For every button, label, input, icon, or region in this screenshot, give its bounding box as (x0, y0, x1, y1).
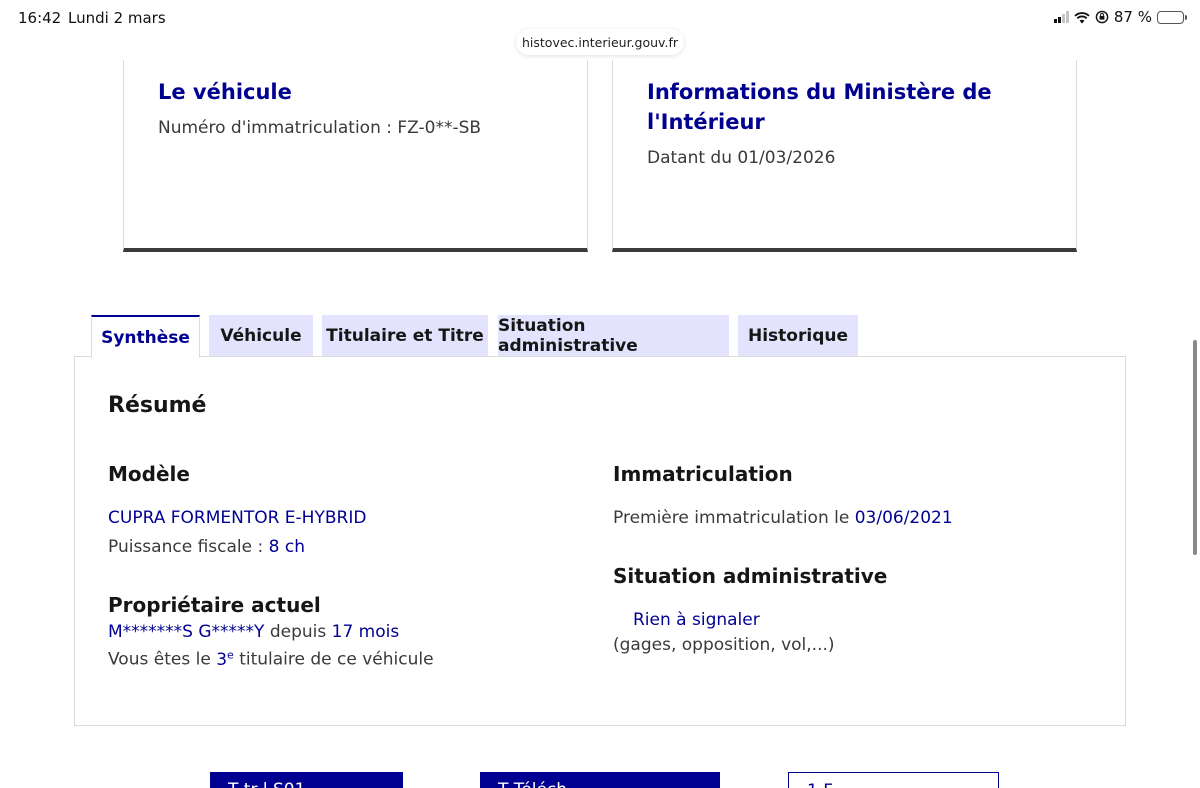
owner-rank-prefix: Vous êtes le (108, 649, 217, 670)
admin-situation-status: Rien à signaler (633, 610, 760, 630)
summary-heading: Résumé (108, 393, 207, 418)
vehicle-card: Le véhicule Numéro d'immatriculation : F… (123, 60, 588, 252)
action-button-1[interactable]: Ț tr l S01 (210, 772, 403, 788)
ministry-card: Informations du Ministère de l'Intérieur… (612, 60, 1077, 252)
page-scrollbar[interactable] (1193, 340, 1197, 555)
ministry-date: Datant du 01/03/2026 (647, 148, 836, 168)
owner-rank: Vous êtes le 3e titulaire de ce véhicule (108, 648, 434, 670)
battery-percent: 87 % (1113, 8, 1152, 26)
registration-heading: Immatriculation (613, 462, 793, 486)
first-registration-date: 03/06/2021 (854, 508, 953, 528)
status-time: 16:42 (18, 9, 62, 27)
tab-situation-administrative[interactable]: Situation administrative (498, 315, 729, 357)
tab-vehicule[interactable]: Véhicule (209, 315, 313, 357)
tab-titulaire-et-titre[interactable]: Titulaire et Titre (322, 315, 488, 357)
model-heading: Modèle (108, 462, 190, 486)
status-date: Lundi 2 mars (68, 9, 166, 27)
vehicle-plate: Numéro d'immatriculation : FZ-0**-SB (158, 118, 482, 138)
owner-since-label: depuis (264, 622, 332, 642)
url-text: histovec.interieur.gouv.fr (521, 34, 678, 50)
wifi-icon (1074, 11, 1090, 23)
owner-name: M*******S G*****Y (108, 622, 265, 642)
first-registration-label: Première immatriculation le (613, 508, 855, 528)
ministry-card-title-line1: Informations du Ministère de (647, 80, 992, 104)
first-registration: Première immatriculation le 03/06/2021 (613, 508, 953, 528)
ministry-card-title-line2: l'Intérieur (647, 110, 765, 134)
fiscal-power-value: 8 ch (268, 537, 305, 557)
admin-situation-detail: (gages, opposition, vol,...) (613, 635, 835, 655)
download-button[interactable]: T Téléch (480, 772, 720, 788)
model-name: CUPRA FORMENTOR E-HYBRID (108, 508, 367, 528)
action-button-3[interactable]: 1 F (788, 772, 999, 788)
status-indicators: 87 % (1053, 8, 1187, 26)
fiscal-power: Puissance fiscale : 8 ch (108, 537, 305, 557)
battery-icon (1157, 10, 1187, 24)
owner-rank-rest: titulaire de ce véhicule (233, 649, 434, 670)
cellular-signal-icon (1053, 11, 1069, 23)
orientation-lock-icon (1095, 10, 1109, 24)
fiscal-power-label: Puissance fiscale : (108, 537, 269, 557)
vehicle-card-title: Le véhicule (158, 80, 292, 104)
owner-rank-number: 3e (216, 648, 234, 670)
tab-historique[interactable]: Historique (738, 315, 858, 357)
owner-since-value: 17 mois (331, 622, 400, 642)
owner-line: M*******S G*****Y depuis 17 mois (108, 622, 399, 642)
url-bar[interactable]: histovec.interieur.gouv.fr (516, 29, 684, 55)
admin-situation-heading: Situation administrative (613, 564, 888, 588)
owner-heading: Propriétaire actuel (108, 593, 321, 617)
tab-synthese[interactable]: Synthèse (91, 315, 200, 358)
